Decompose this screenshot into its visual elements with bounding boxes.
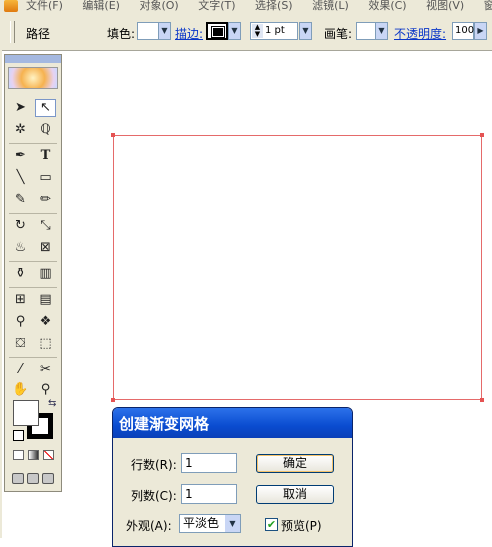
toolbox-divider <box>9 287 57 288</box>
stroke-label[interactable]: 描边: <box>175 25 203 42</box>
stroke-weight-field[interactable]: ▲ ▼ 1 pt <box>250 22 298 40</box>
cancel-button[interactable]: 取消 <box>256 485 334 504</box>
tools-panel-title-bar[interactable] <box>5 55 61 63</box>
fill-stroke-widget: ⇆ <box>13 398 61 444</box>
eyedropper-tool-icon[interactable]: ⚲ <box>10 313 31 331</box>
full-screen-mode-icon[interactable] <box>42 473 54 484</box>
toolbox-divider <box>9 357 57 358</box>
zoom-tool-icon[interactable]: ⚲ <box>35 381 56 399</box>
magic-wand-tool-icon[interactable]: ✲ <box>10 121 31 139</box>
hand-tool-icon[interactable]: ✋ <box>10 381 31 399</box>
appearance-value: 平淡色 <box>183 516 220 530</box>
brush-dropdown-button[interactable]: ▼ <box>375 22 388 40</box>
direct-selection-tool-icon[interactable]: ↖ <box>35 99 56 117</box>
menu-effect[interactable]: 效果(C) <box>368 0 406 12</box>
menu-window[interactable]: 窗口(W) <box>484 0 492 12</box>
scale-tool-icon[interactable]: ⤡ <box>35 217 56 235</box>
live-paint-selection-tool-icon[interactable]: ⬚ <box>35 335 56 353</box>
toolbox-divider <box>9 143 57 144</box>
menu-type[interactable]: 文字(T) <box>198 0 235 12</box>
menu-filter[interactable]: 滤镜(L) <box>312 0 349 12</box>
preview-checkbox[interactable]: ✔ <box>265 518 278 531</box>
menu-view[interactable]: 视图(V) <box>426 0 464 12</box>
chevron-down-icon[interactable]: ▼ <box>225 515 240 532</box>
tools-panel: ➤ ↖ ✲ ℚ ✒ T ╲ ▭ ✎ ✏ ↻ ⤡ ♨ ⊠ ⚱ ▥ ⊞ ▤ ⚲ ❖ … <box>4 54 62 492</box>
fill-label: 填色: <box>107 27 136 41</box>
menu-bar: 文件(F) 编辑(E) 对象(O) 文字(T) 选择(S) 滤镜(L) 效果(C… <box>0 0 492 14</box>
object-type-label: 路径 <box>26 27 51 41</box>
fill-dropdown-button[interactable]: ▼ <box>158 22 171 40</box>
anchor-point[interactable] <box>480 133 484 137</box>
opacity-field[interactable]: 100 <box>452 22 474 40</box>
full-screen-menu-mode-icon[interactable] <box>27 473 39 484</box>
menu-select[interactable]: 选择(S) <box>255 0 293 12</box>
preview-label[interactable]: 预览(P) <box>281 517 322 534</box>
rotate-tool-icon[interactable]: ↻ <box>10 217 31 235</box>
ok-button[interactable]: 确定 <box>256 454 334 473</box>
swap-fill-stroke-icon[interactable]: ⇆ <box>48 398 56 409</box>
selection-tool-icon[interactable]: ➤ <box>10 99 31 117</box>
fill-swatch[interactable] <box>137 22 159 40</box>
mesh-tool-icon[interactable]: ⊞ <box>10 291 31 309</box>
anchor-point[interactable] <box>111 398 115 402</box>
color-mode-icon[interactable] <box>13 450 24 460</box>
standard-screen-mode-icon[interactable] <box>12 473 24 484</box>
rows-label: 行数(R): <box>131 458 177 472</box>
dialog-title[interactable]: 创建渐变网格 <box>113 408 352 438</box>
column-graph-tool-icon[interactable]: ▥ <box>35 265 56 283</box>
paintbrush-tool-icon[interactable]: ✎ <box>10 191 31 209</box>
selected-rectangle-path[interactable] <box>113 135 482 400</box>
blend-tool-icon[interactable]: ❖ <box>35 313 56 331</box>
anchor-point[interactable] <box>480 398 484 402</box>
toolbox-divider <box>9 261 57 262</box>
menu-file[interactable]: 文件(F) <box>26 0 63 12</box>
rows-input[interactable]: 1 <box>181 453 237 473</box>
create-gradient-mesh-dialog: 创建渐变网格 行数(R): 1 确定 列数(C): 1 取消 外观(A): 平淡… <box>112 407 353 547</box>
stroke-weight-value: 1 pt <box>265 25 285 36</box>
appearance-label: 外观(A): <box>126 519 172 533</box>
opacity-label[interactable]: 不透明度: <box>394 25 446 42</box>
app-logo <box>8 67 58 89</box>
fill-color-swatch[interactable] <box>13 400 39 426</box>
stroke-dropdown-button[interactable]: ▼ <box>228 22 241 40</box>
window-left-edge <box>0 50 2 538</box>
stroke-weight-spinner-icon[interactable]: ▲ ▼ <box>252 24 263 38</box>
symbol-sprayer-tool-icon[interactable]: ⚱ <box>10 265 31 283</box>
anchor-point[interactable] <box>111 133 115 137</box>
toolbox-divider <box>9 213 57 214</box>
default-colors-icon[interactable] <box>13 430 24 441</box>
menu-edit[interactable]: 编辑(E) <box>82 0 120 12</box>
none-mode-icon[interactable] <box>43 450 54 460</box>
live-paint-bucket-tool-icon[interactable]: ⛋ <box>10 335 31 353</box>
opacity-dropdown-button[interactable]: ▶ <box>474 22 487 40</box>
lasso-tool-icon[interactable]: ℚ <box>35 121 56 139</box>
pencil-tool-icon[interactable]: ✏ <box>35 191 56 209</box>
gradient-mode-icon[interactable] <box>28 450 39 460</box>
line-segment-tool-icon[interactable]: ╲ <box>10 169 31 187</box>
pen-tool-icon[interactable]: ✒ <box>10 147 31 165</box>
appearance-select[interactable]: 平淡色 ▼ <box>179 514 241 533</box>
stroke-weight-dropdown-button[interactable]: ▼ <box>299 22 312 40</box>
columns-input[interactable]: 1 <box>181 484 237 504</box>
gradient-tool-icon[interactable]: ▤ <box>35 291 56 309</box>
brush-label: 画笔: <box>324 27 353 41</box>
control-bar-grip[interactable] <box>10 21 15 43</box>
menu-items: 文件(F) 编辑(E) 对象(O) 文字(T) 选择(S) 滤镜(L) 效果(C… <box>26 0 492 13</box>
control-bar: 路径 填色: ▼ 描边: ▼ ▲ ▼ 1 pt ▼ 画笔: ▼ 不透明度: 100… <box>0 14 492 51</box>
type-tool-icon[interactable]: T <box>35 147 56 165</box>
stroke-swatch[interactable] <box>206 22 228 40</box>
menu-object[interactable]: 对象(O) <box>139 0 178 12</box>
slice-tool-icon[interactable]: ⁄ <box>10 361 31 379</box>
warp-tool-icon[interactable]: ♨ <box>10 239 31 257</box>
app-icon[interactable] <box>4 0 18 12</box>
columns-label: 列数(C): <box>131 489 177 503</box>
rectangle-tool-icon[interactable]: ▭ <box>35 169 56 187</box>
scissors-tool-icon[interactable]: ✂ <box>35 361 56 379</box>
free-transform-tool-icon[interactable]: ⊠ <box>35 239 56 257</box>
